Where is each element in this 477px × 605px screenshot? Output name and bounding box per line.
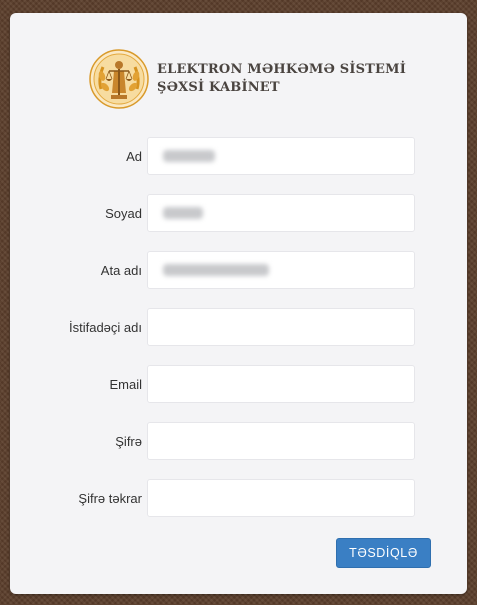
system-title: ELEKTRON MƏHKƏMƏ SİSTEMİ ŞƏXSİ KABİNET <box>157 61 406 97</box>
form-row-password: Şifrə <box>10 422 467 462</box>
password-repeat-label: Şifrə təkrar <box>78 491 142 506</box>
username-label: İstifadəçi adı <box>69 320 142 335</box>
form-row-ad: Ad <box>10 137 467 177</box>
first-name-label: Ad <box>126 149 142 164</box>
first-name-field[interactable] <box>147 137 415 175</box>
header: ELEKTRON MƏHKƏMƏ SİSTEMİ ŞƏXSİ KABİNET <box>89 47 406 111</box>
email-label: Email <box>109 377 142 392</box>
form-row-email: Email <box>10 365 467 405</box>
username-field[interactable] <box>147 308 415 346</box>
system-title-line2: ŞƏXSİ KABİNET <box>157 80 280 95</box>
form-row-username: İstifadəçi adı <box>10 308 467 348</box>
email-field[interactable] <box>147 365 415 403</box>
password-repeat-field[interactable] <box>147 479 415 517</box>
password-label: Şifrə <box>115 434 142 449</box>
form-row-password-repeat: Şifrə təkrar <box>10 479 467 519</box>
form-row-ata-adi: Ata adı <box>10 251 467 291</box>
court-justice-emblem-icon <box>89 49 149 109</box>
confirm-button[interactable]: TƏSDİQLƏ <box>336 538 431 568</box>
last-name-label: Soyad <box>105 206 142 221</box>
password-field[interactable] <box>147 422 415 460</box>
last-name-field[interactable] <box>147 194 415 232</box>
registration-card: ELEKTRON MƏHKƏMƏ SİSTEMİ ŞƏXSİ KABİNET A… <box>10 13 467 594</box>
form-row-soyad: Soyad <box>10 194 467 234</box>
patronymic-label: Ata adı <box>100 263 142 278</box>
system-title-line1: ELEKTRON MƏHKƏMƏ SİSTEMİ <box>157 62 407 77</box>
patronymic-field[interactable] <box>147 251 415 289</box>
